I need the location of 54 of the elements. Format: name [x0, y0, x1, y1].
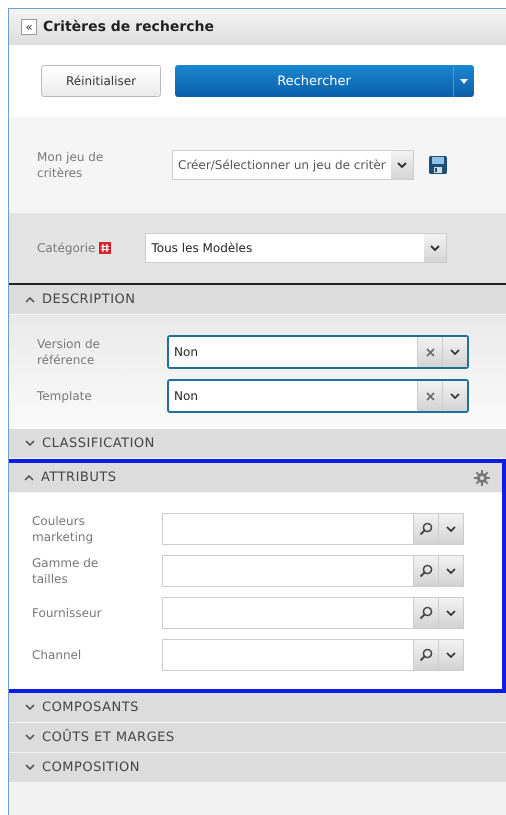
combo-field[interactable]	[162, 597, 464, 629]
dropdown-caret-icon[interactable]	[442, 381, 467, 411]
section-header[interactable]: DESCRIPTION	[9, 285, 506, 315]
section-header[interactable]: CLASSIFICATION	[9, 429, 506, 459]
field-label: Gamme de tailles	[32, 555, 100, 587]
chevron-down-icon	[25, 704, 35, 711]
category-select[interactable]: Tous les Modèles	[145, 233, 448, 263]
section-title: COÛTS ET MARGES	[42, 730, 176, 745]
dropdown-caret-icon[interactable]	[391, 151, 413, 179]
save-icon[interactable]	[428, 155, 448, 175]
section-title: ATTRIBUTS	[41, 470, 118, 485]
dropdown-caret-icon[interactable]	[438, 598, 463, 628]
collapse-button[interactable]: «	[21, 19, 37, 35]
dropdown-caret-icon[interactable]	[438, 640, 463, 670]
field-label: Fournisseur	[32, 605, 103, 621]
reset-button[interactable]: Réinitialiser	[41, 65, 161, 97]
chevron-up-icon	[25, 296, 35, 303]
chevron-down-icon	[25, 764, 35, 771]
clear-icon[interactable]	[417, 381, 442, 411]
chevron-down-icon	[25, 440, 35, 447]
combo-field[interactable]	[162, 555, 464, 587]
search-icon[interactable]	[413, 556, 438, 586]
combo-field[interactable]	[162, 639, 464, 671]
field-label: Couleurs marketing	[32, 513, 94, 545]
field-label: Catégorie	[37, 240, 96, 256]
combo-field[interactable]: Non	[167, 335, 469, 369]
combo-field[interactable]	[162, 513, 464, 545]
search-button[interactable]: Rechercher	[175, 65, 474, 97]
search-icon[interactable]	[413, 598, 438, 628]
field-label: Channel	[32, 647, 82, 663]
dropdown-caret-icon[interactable]	[438, 556, 463, 586]
panel-title: Critères de recherche	[43, 19, 214, 35]
chevron-up-icon	[24, 474, 34, 481]
dropdown-caret-icon[interactable]	[438, 514, 463, 544]
dropdown-caret-icon[interactable]	[424, 234, 446, 262]
section-title: COMPOSITION	[42, 760, 141, 775]
search-icon[interactable]	[413, 640, 438, 670]
clear-icon[interactable]	[417, 337, 442, 367]
section-title: DESCRIPTION	[42, 292, 136, 307]
criteria-set-select[interactable]: Créer/Sélectionner un jeu de critèr	[172, 150, 414, 180]
field-label: Version de référence	[37, 336, 101, 368]
settings-icon[interactable]	[474, 470, 490, 486]
search-icon[interactable]	[413, 514, 438, 544]
section-header[interactable]: COMPOSITION	[9, 753, 506, 783]
field-label: Template	[37, 388, 93, 404]
dropdown-caret-icon[interactable]	[442, 337, 467, 367]
chevron-down-icon	[25, 734, 35, 741]
combo-field[interactable]: Non	[167, 379, 469, 413]
field-label: Mon jeu de critères	[37, 149, 104, 181]
section-title: COMPOSANTS	[42, 700, 140, 715]
section-header[interactable]: COMPOSANTS	[9, 693, 506, 723]
section-title: CLASSIFICATION	[42, 436, 156, 451]
section-header[interactable]: ATTRIBUTS	[9, 463, 502, 493]
section-header[interactable]: COÛTS ET MARGES	[9, 723, 506, 753]
